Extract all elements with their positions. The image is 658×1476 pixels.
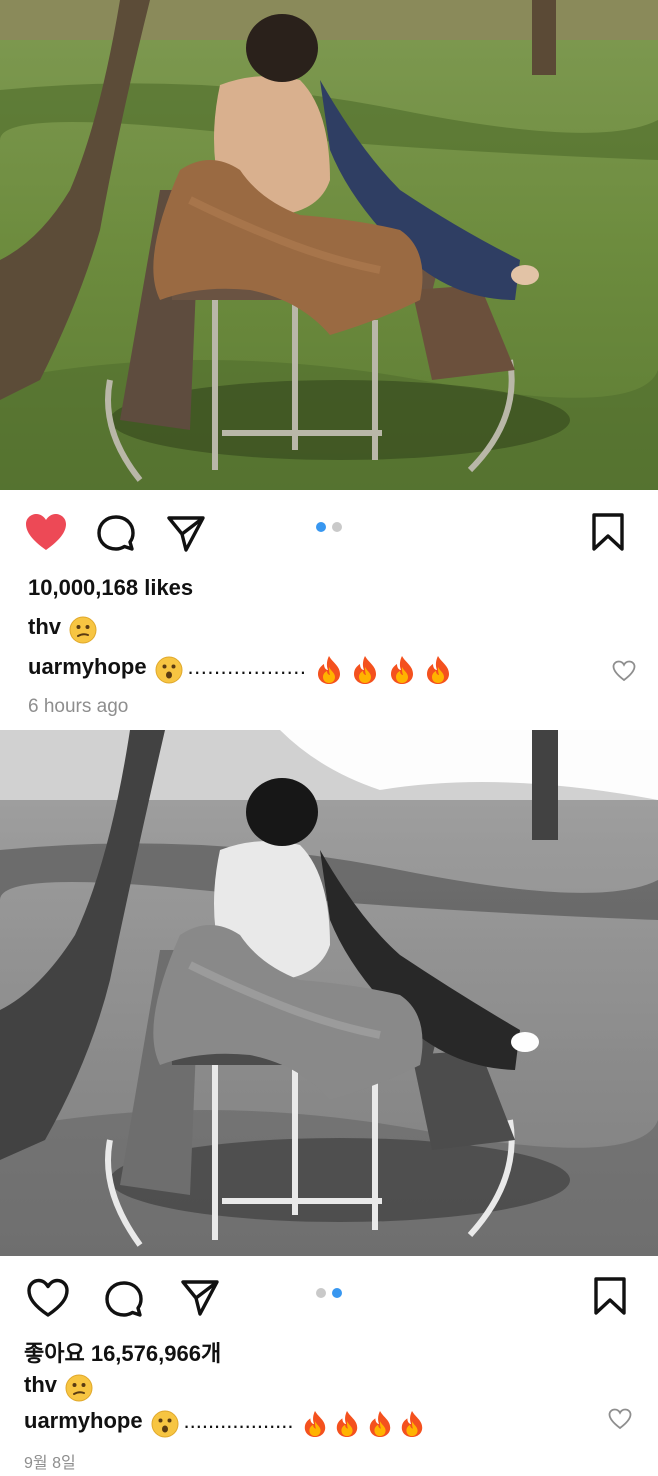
carousel-dot-2 [332,522,342,532]
fire-emoji-icon [302,1410,328,1438]
heart-icon[interactable] [24,512,68,552]
comment-text: .................. [187,654,307,679]
post-1: 10,000,168 likes thv uarmyhope .........… [0,0,658,728]
carousel-dot-1 [316,1288,326,1298]
caption: thv [28,614,97,644]
caption-username[interactable]: thv [28,614,61,639]
post-actions-bar [0,500,658,560]
comment-bubble-icon[interactable] [96,514,136,554]
paper-plane-icon[interactable] [180,1278,220,1318]
carousel-indicator [314,522,344,534]
post-timestamp: 6 hours ago [28,696,129,717]
post-photo[interactable] [0,0,658,490]
caption: thv [24,1372,93,1402]
fire-emoji-icon [388,655,416,685]
comment-username[interactable]: uarmyhope [28,654,147,679]
fire-emoji-icon [367,1410,393,1438]
photo-scene [0,0,658,490]
caption-username[interactable]: thv [24,1372,57,1397]
fire-emoji-icon [424,655,452,685]
carousel-dot-2 [332,1288,342,1298]
confused-face-emoji-icon [65,1374,93,1402]
comment-text: .................. [183,1408,294,1433]
hushed-face-emoji-icon [151,1410,179,1438]
small-heart-icon[interactable] [608,1408,632,1435]
photo-scene [0,730,658,1256]
comment-row: uarmyhope .................. [24,1408,425,1438]
likes-count[interactable]: 10,000,168 likes [28,575,193,601]
post-2: 좋아요 16,576,966개 thv uarmyhope ..........… [0,730,658,1476]
comment-row: uarmyhope .................. [28,654,452,685]
bookmark-icon[interactable] [590,512,626,552]
comment-bubble-icon[interactable] [104,1280,144,1320]
fire-emoji-icon [315,655,343,685]
fire-emoji-icon [399,1410,425,1438]
likes-count[interactable]: 좋아요 16,576,966개 [24,1336,221,1368]
post-photo[interactable] [0,730,658,1256]
fire-emoji-icon [351,655,379,685]
bookmark-icon[interactable] [592,1276,628,1316]
carousel-indicator [314,1288,344,1300]
post-actions-bar [0,1266,658,1326]
comment-username[interactable]: uarmyhope [24,1408,143,1433]
paper-plane-icon[interactable] [166,514,206,554]
hushed-face-emoji-icon [155,656,183,684]
carousel-dot-1 [316,522,326,532]
confused-face-emoji-icon [69,616,97,644]
post-timestamp: 9월 8일 [24,1455,76,1472]
fire-emoji-icon [334,1410,360,1438]
heart-icon[interactable] [26,1278,70,1318]
small-heart-icon[interactable] [612,660,636,687]
